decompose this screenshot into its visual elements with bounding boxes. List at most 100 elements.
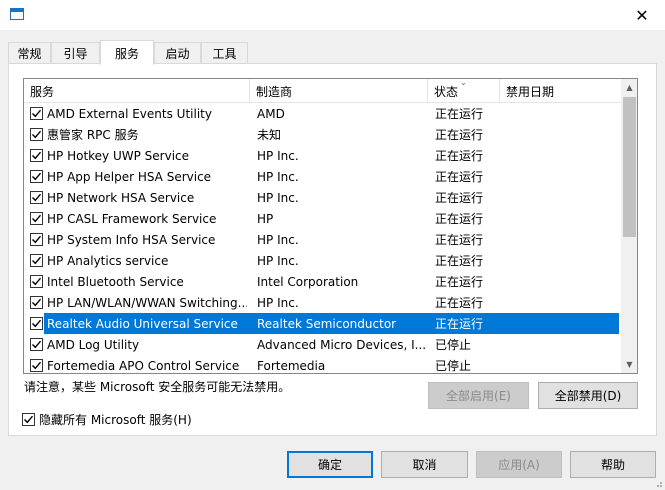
tab-startup[interactable]: 启动 xyxy=(154,42,201,64)
apply-button[interactable]: 应用(A) xyxy=(476,451,562,478)
table-row[interactable]: Intel Bluetooth Service Intel Corporation… xyxy=(24,271,621,292)
service-checkbox[interactable] xyxy=(30,212,43,225)
service-name: HP Hotkey UWP Service xyxy=(47,148,190,163)
checkmark-icon xyxy=(32,256,42,265)
service-manufacturer: Realtek Semiconductor xyxy=(257,316,397,331)
service-checkbox[interactable] xyxy=(30,317,43,330)
checkmark-icon xyxy=(32,130,42,139)
enable-all-button[interactable]: 全部启用(E) xyxy=(428,382,529,409)
checkmark-icon xyxy=(24,415,34,424)
service-checkbox[interactable] xyxy=(30,191,43,204)
checkmark-icon xyxy=(32,193,42,202)
tab-boot[interactable]: 引导 xyxy=(51,42,100,64)
service-status: 正在运行 xyxy=(435,128,484,142)
table-row[interactable]: AMD Log Utility Advanced Micro Devices, I… xyxy=(24,334,621,355)
tab-general[interactable]: 常规 xyxy=(8,42,51,64)
service-name: AMD Log Utility xyxy=(47,337,140,352)
service-checkbox[interactable] xyxy=(30,128,43,141)
service-status: 已停止 xyxy=(435,359,472,373)
tab-tools[interactable]: 工具 xyxy=(201,42,248,64)
service-checkbox[interactable] xyxy=(30,149,43,162)
service-status: 正在运行 xyxy=(435,254,484,268)
column-header-disabled-date[interactable]: 禁用日期 xyxy=(500,79,621,103)
hide-ms-label: 隐藏所有 Microsoft 服务(H) xyxy=(39,413,192,427)
service-name: Realtek Audio Universal Service xyxy=(47,316,238,331)
vertical-scrollbar[interactable]: ▲ ▼ xyxy=(621,79,637,373)
service-status: 正在运行 xyxy=(435,233,484,247)
services-list[interactable]: 服务 制造商 状态 ⌄ 禁用日期 AMD External Events Uti… xyxy=(23,78,638,374)
checkmark-icon xyxy=(32,298,42,307)
hide-microsoft-services-checkbox[interactable]: 隐藏所有 Microsoft 服务(H) xyxy=(22,411,192,428)
table-row[interactable]: 惠管家 RPC 服务 未知 正在运行 xyxy=(24,124,621,145)
service-manufacturer: HP Inc. xyxy=(257,169,299,184)
service-checkbox[interactable] xyxy=(30,107,43,120)
service-status: 正在运行 xyxy=(435,107,484,121)
help-button[interactable]: 帮助 xyxy=(570,451,656,478)
service-checkbox[interactable] xyxy=(30,296,43,309)
service-manufacturer: HP Inc. xyxy=(257,190,299,205)
table-row[interactable]: HP Hotkey UWP Service HP Inc. 正在运行 xyxy=(24,145,621,166)
service-checkbox[interactable] xyxy=(30,170,43,183)
list-header: 服务 制造商 状态 ⌄ 禁用日期 xyxy=(24,79,621,103)
service-status: 正在运行 xyxy=(435,170,484,184)
disable-all-button[interactable]: 全部禁用(D) xyxy=(538,382,638,409)
service-status: 正在运行 xyxy=(435,296,484,310)
checkmark-icon xyxy=(32,235,42,244)
scroll-down-arrow-icon[interactable]: ▼ xyxy=(621,356,637,373)
table-row[interactable]: HP CASL Framework Service HP 正在运行 xyxy=(24,208,621,229)
notice-text: 请注意，某些 Microsoft 安全服务可能无法禁用。 xyxy=(24,380,291,394)
cancel-button[interactable]: 取消 xyxy=(381,451,468,478)
service-checkbox[interactable] xyxy=(30,233,43,246)
service-name: HP App Helper HSA Service xyxy=(47,169,212,184)
tab-services[interactable]: 服务 xyxy=(100,40,154,65)
service-checkbox[interactable] xyxy=(30,338,43,351)
service-manufacturer: Advanced Micro Devices, I... xyxy=(257,337,427,352)
table-row[interactable]: HP System Info HSA Service HP Inc. 正在运行 xyxy=(24,229,621,250)
table-row[interactable]: AMD External Events Utility AMD 正在运行 xyxy=(24,103,621,124)
tab-strip: 常规 引导 服务 启动 工具 xyxy=(0,40,665,65)
table-row[interactable]: HP Analytics service HP Inc. 正在运行 xyxy=(24,250,621,271)
service-status: 正在运行 xyxy=(435,191,484,205)
service-status: 正在运行 xyxy=(435,212,484,226)
service-manufacturer: Fortemedia xyxy=(257,358,326,373)
table-row[interactable]: Fortemedia APO Control Service Fortemedia… xyxy=(24,355,621,373)
column-header-manufacturer[interactable]: 制造商 xyxy=(250,79,428,103)
column-header-status[interactable]: 状态 ⌄ xyxy=(428,79,500,103)
service-name: Intel Bluetooth Service xyxy=(47,274,184,289)
scroll-thumb[interactable] xyxy=(623,97,636,237)
service-name: HP System Info HSA Service xyxy=(47,232,216,247)
resize-grip-icon[interactable] xyxy=(653,478,663,488)
service-checkbox[interactable] xyxy=(30,254,43,267)
sort-arrow-icon: ⌄ xyxy=(460,78,467,87)
ok-button[interactable]: 确定 xyxy=(287,451,373,478)
service-name: HP Network HSA Service xyxy=(47,190,195,205)
service-checkbox[interactable] xyxy=(30,275,43,288)
close-icon: ✕ xyxy=(635,5,649,25)
service-name: 惠管家 RPC 服务 xyxy=(47,128,139,142)
table-row[interactable]: Realtek Audio Universal Service Realtek S… xyxy=(24,313,621,334)
scroll-up-arrow-icon[interactable]: ▲ xyxy=(621,79,637,96)
service-manufacturer: Intel Corporation xyxy=(257,274,359,289)
checkmark-icon xyxy=(32,214,42,223)
service-manufacturer: AMD xyxy=(257,106,285,121)
table-row[interactable]: HP LAN/WLAN/WWAN Switching... HP Inc. 正在运行 xyxy=(24,292,621,313)
close-button[interactable]: ✕ xyxy=(619,0,665,30)
service-status: 正在运行 xyxy=(435,317,484,331)
service-name: Fortemedia APO Control Service xyxy=(47,358,240,373)
service-status: 正在运行 xyxy=(435,149,484,163)
table-row[interactable]: HP App Helper HSA Service HP Inc. 正在运行 xyxy=(24,166,621,187)
checkmark-icon xyxy=(32,151,42,160)
list-rows: AMD External Events Utility AMD 正在运行 惠管家 RP… xyxy=(24,103,621,373)
service-manufacturer: HP Inc. xyxy=(257,148,299,163)
checkbox-hide-ms[interactable] xyxy=(22,413,35,426)
table-row[interactable]: HP Network HSA Service HP Inc. 正在运行 xyxy=(24,187,621,208)
service-name: HP LAN/WLAN/WWAN Switching... xyxy=(47,295,247,310)
service-manufacturer: HP Inc. xyxy=(257,295,299,310)
service-name: HP Analytics service xyxy=(47,253,169,268)
service-name: AMD External Events Utility xyxy=(47,106,212,121)
service-checkbox[interactable] xyxy=(30,359,43,372)
checkmark-icon xyxy=(32,361,42,370)
service-name: HP CASL Framework Service xyxy=(47,211,217,226)
service-manufacturer: HP Inc. xyxy=(257,253,299,268)
column-header-service[interactable]: 服务 xyxy=(24,79,250,103)
